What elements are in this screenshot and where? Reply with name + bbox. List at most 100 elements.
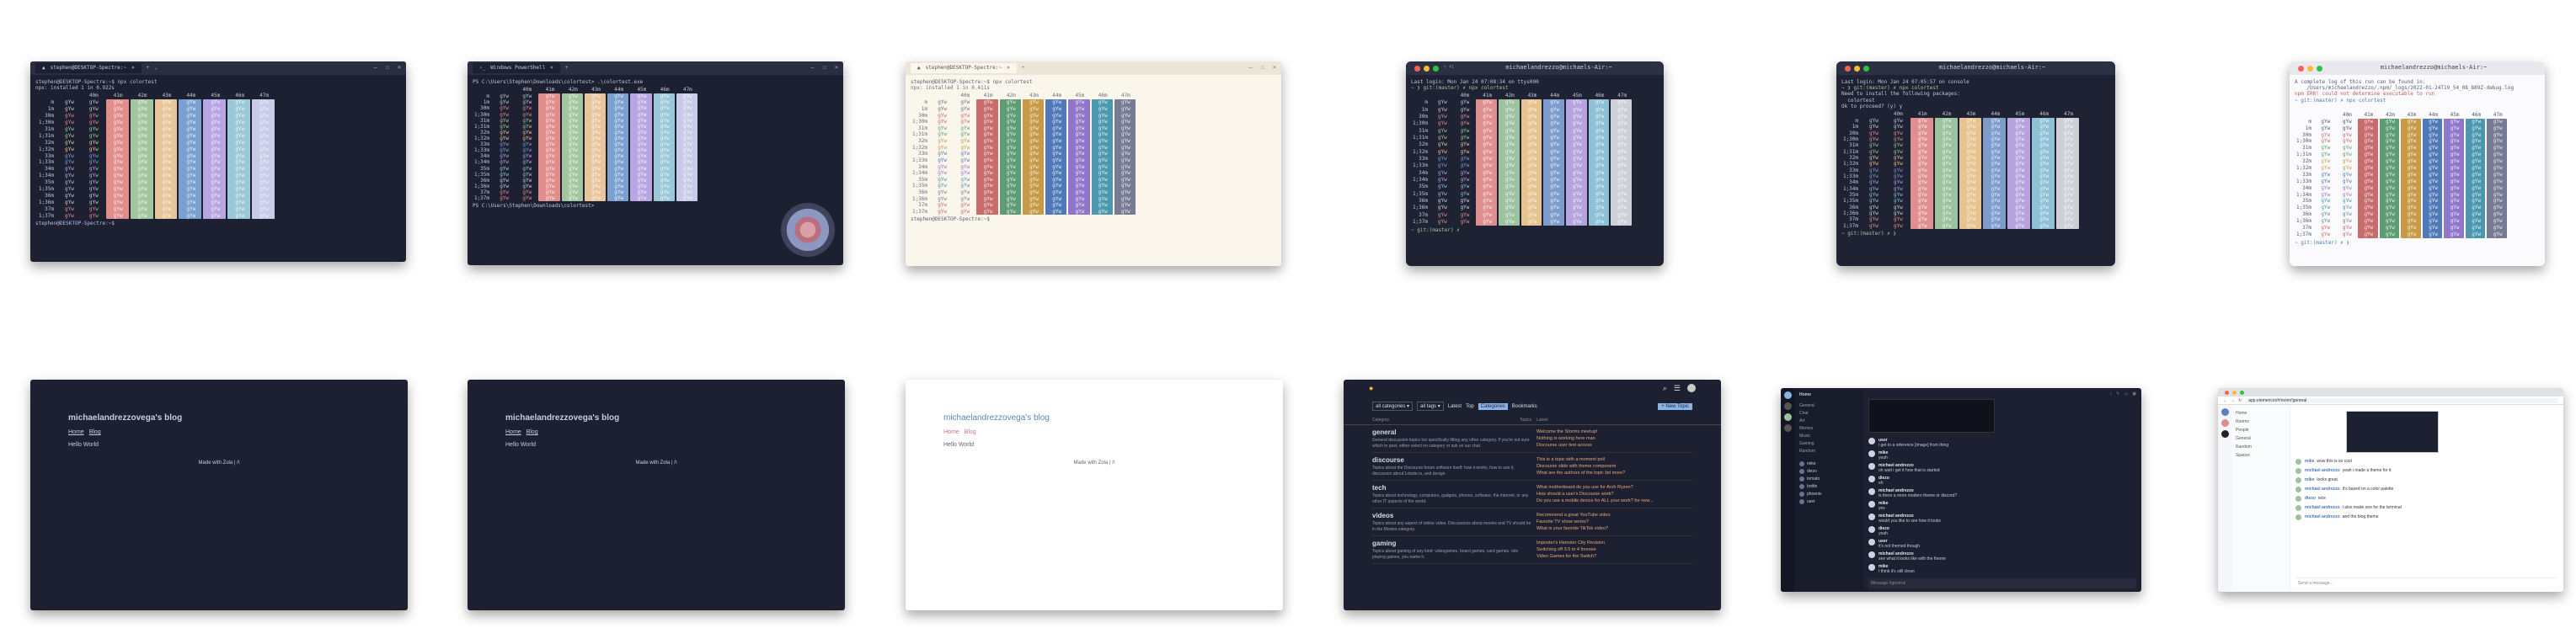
nav-blog-link[interactable]: Blog <box>965 429 976 435</box>
minimize-button[interactable]: — <box>810 65 814 71</box>
server-icon[interactable] <box>1783 391 1792 399</box>
latest-topic-link[interactable]: What are the authors of the topic list m… <box>1537 470 1692 476</box>
search-icon[interactable]: ⌕ <box>1663 384 1667 393</box>
category-row[interactable]: general General discussion topics too spe… <box>1372 425 1692 453</box>
server-icon[interactable] <box>1783 402 1792 410</box>
minimize-dot[interactable] <box>2232 390 2237 395</box>
minimize-dot[interactable] <box>1854 65 1860 72</box>
room-item[interactable]: Spaces <box>2236 451 2285 460</box>
space-icon[interactable] <box>2221 408 2229 416</box>
category-name[interactable]: gaming <box>1372 540 1537 547</box>
pin-icon[interactable]: ✎ <box>2116 391 2119 397</box>
category-row[interactable]: videos Topics about any aspect of online … <box>1372 508 1692 536</box>
room-item[interactable]: People <box>2236 426 2285 434</box>
category-name[interactable]: discourse <box>1372 456 1537 464</box>
tab-latest[interactable]: Latest <box>1448 404 1462 409</box>
minimize-dot[interactable] <box>2307 65 2313 72</box>
category-name[interactable]: general <box>1372 428 1537 436</box>
tab-bookmarks[interactable]: Bookmarks <box>1512 404 1537 409</box>
close-button[interactable]: × <box>398 65 401 71</box>
latest-topic-link[interactable]: Welcome the Storms meetup! <box>1537 428 1692 435</box>
channel-item[interactable]: Gaming <box>1799 439 1858 447</box>
terminal-tab[interactable]: ▲ stephen@DESKTOP-Spectre:~ × <box>911 63 1017 73</box>
category-filter[interactable]: all categories ▾ <box>1372 402 1414 411</box>
latest-topic-link[interactable]: Recommend a great YouTube video <box>1537 512 1692 519</box>
close-tab-icon[interactable]: × <box>1007 65 1010 71</box>
close-dot[interactable] <box>2298 65 2304 72</box>
message-author[interactable]: diezo <box>2305 496 2316 501</box>
zoom-dot[interactable] <box>1433 65 1439 72</box>
latest-topic-link[interactable]: What motherboard do you use for Arch Ryz… <box>1537 484 1692 491</box>
avatar[interactable] <box>1687 383 1696 392</box>
new-topic-button[interactable]: + New Topic <box>1658 402 1692 410</box>
minimize-button[interactable]: — <box>373 65 377 71</box>
room-item[interactable]: Random <box>2236 443 2285 451</box>
latest-topic-link[interactable]: Discourse slide with theme component <box>1537 463 1692 470</box>
server-icon[interactable] <box>1783 424 1792 432</box>
message-author[interactable]: mike <box>2305 459 2314 464</box>
latest-topic-link[interactable]: How should a user's Discourse work? <box>1537 491 1692 498</box>
server-icon[interactable] <box>1783 413 1792 421</box>
latest-topic-link[interactable]: Switching off 3.5 to 4 foresee <box>1537 546 1692 553</box>
category-row[interactable]: tech Topics about technology, computers, … <box>1372 481 1692 508</box>
new-tab-button[interactable]: + <box>565 65 569 71</box>
space-icon[interactable] <box>2221 419 2229 427</box>
maximize-button[interactable]: ☐ <box>386 65 389 71</box>
channel-item[interactable]: Random <box>1799 447 1858 455</box>
close-tab-icon[interactable]: × <box>550 65 553 71</box>
menu-icon[interactable]: ☰ <box>1674 384 1681 393</box>
channel-item[interactable]: Chat <box>1799 409 1858 417</box>
category-row[interactable]: discourse Topics about the Discourse foru… <box>1372 453 1692 481</box>
inbox-icon[interactable]: ▣ <box>2132 391 2136 397</box>
latest-topic-link[interactable]: Video Games for the Switch? <box>1537 553 1692 560</box>
nav-home-link[interactable]: Home <box>505 429 521 435</box>
blog-title[interactable]: michaelandrezzovega's blog <box>68 413 182 423</box>
latest-topic-link[interactable]: Imposter's Hamster City Revision <box>1537 540 1692 546</box>
message-composer[interactable]: Message #general <box>1868 578 2136 588</box>
minimize-button[interactable]: — <box>1248 65 1252 71</box>
latest-topic-link[interactable]: Nothing is working here man <box>1537 435 1692 442</box>
members-icon[interactable]: ☺ <box>2124 391 2128 397</box>
user-item[interactable]: bottle <box>1799 482 1858 490</box>
room-item[interactable]: Home <box>2236 409 2285 418</box>
channel-item[interactable]: Memes <box>1799 424 1858 432</box>
nav-blog-link[interactable]: Blog <box>526 429 538 435</box>
new-tab-button[interactable]: + <box>147 65 150 71</box>
room-item[interactable]: Rooms <box>2236 418 2285 426</box>
terminal-tab[interactable]: ▲ stephen@DESKTOP-Spectre:~ × <box>35 63 142 73</box>
space-icon[interactable] <box>2221 430 2229 438</box>
blog-title[interactable]: michaelandrezzovega's blog <box>505 413 619 423</box>
category-row[interactable]: gaming Topics about gaming of any kind: v… <box>1372 536 1692 564</box>
close-dot[interactable] <box>1845 65 1851 72</box>
channel-item[interactable]: Music <box>1799 432 1858 439</box>
latest-topic-link[interactable]: Favorite TV show series? <box>1537 519 1692 525</box>
maximize-button[interactable]: ☐ <box>1261 65 1264 71</box>
category-name[interactable]: tech <box>1372 484 1537 492</box>
close-button[interactable]: × <box>835 65 838 71</box>
reload-icon[interactable]: ↻ <box>2238 398 2242 403</box>
minimize-dot[interactable] <box>1424 65 1430 72</box>
close-dot[interactable] <box>2225 390 2229 395</box>
tab-categories[interactable]: Categories <box>1478 402 1508 410</box>
bell-icon[interactable]: ♪ <box>2109 391 2112 397</box>
user-item[interactable]: mike <box>1799 460 1858 467</box>
zoom-dot[interactable] <box>2240 390 2244 395</box>
user-item[interactable]: tomato <box>1799 475 1858 482</box>
close-button[interactable]: × <box>1273 65 1276 71</box>
close-tab-icon[interactable]: × <box>131 65 135 71</box>
nav-home-link[interactable]: Home <box>943 429 959 435</box>
user-item[interactable]: phoenix <box>1799 490 1858 498</box>
new-tab-button[interactable]: + <box>1022 65 1025 71</box>
latest-topic-link[interactable]: This is a topic with a moment poll <box>1537 456 1692 463</box>
maximize-button[interactable]: ☐ <box>823 65 826 71</box>
message-author[interactable]: mike <box>2305 477 2314 482</box>
latest-topic-link[interactable]: Discourse user test access <box>1537 442 1692 449</box>
user-item[interactable]: diezo <box>1799 467 1858 475</box>
nav-blog-link[interactable]: Blog <box>89 429 101 435</box>
nav-home-link[interactable]: Home <box>68 429 84 435</box>
blog-title[interactable]: michaelandrezzovega's blog <box>943 413 1050 423</box>
tab-top[interactable]: Top <box>1466 404 1474 409</box>
close-dot[interactable] <box>1414 65 1420 72</box>
latest-topic-link[interactable]: Do you use a mobile device for ALL your … <box>1537 498 1692 504</box>
terminal-tab[interactable]: ›_ Windows PowerShell × <box>473 63 560 73</box>
